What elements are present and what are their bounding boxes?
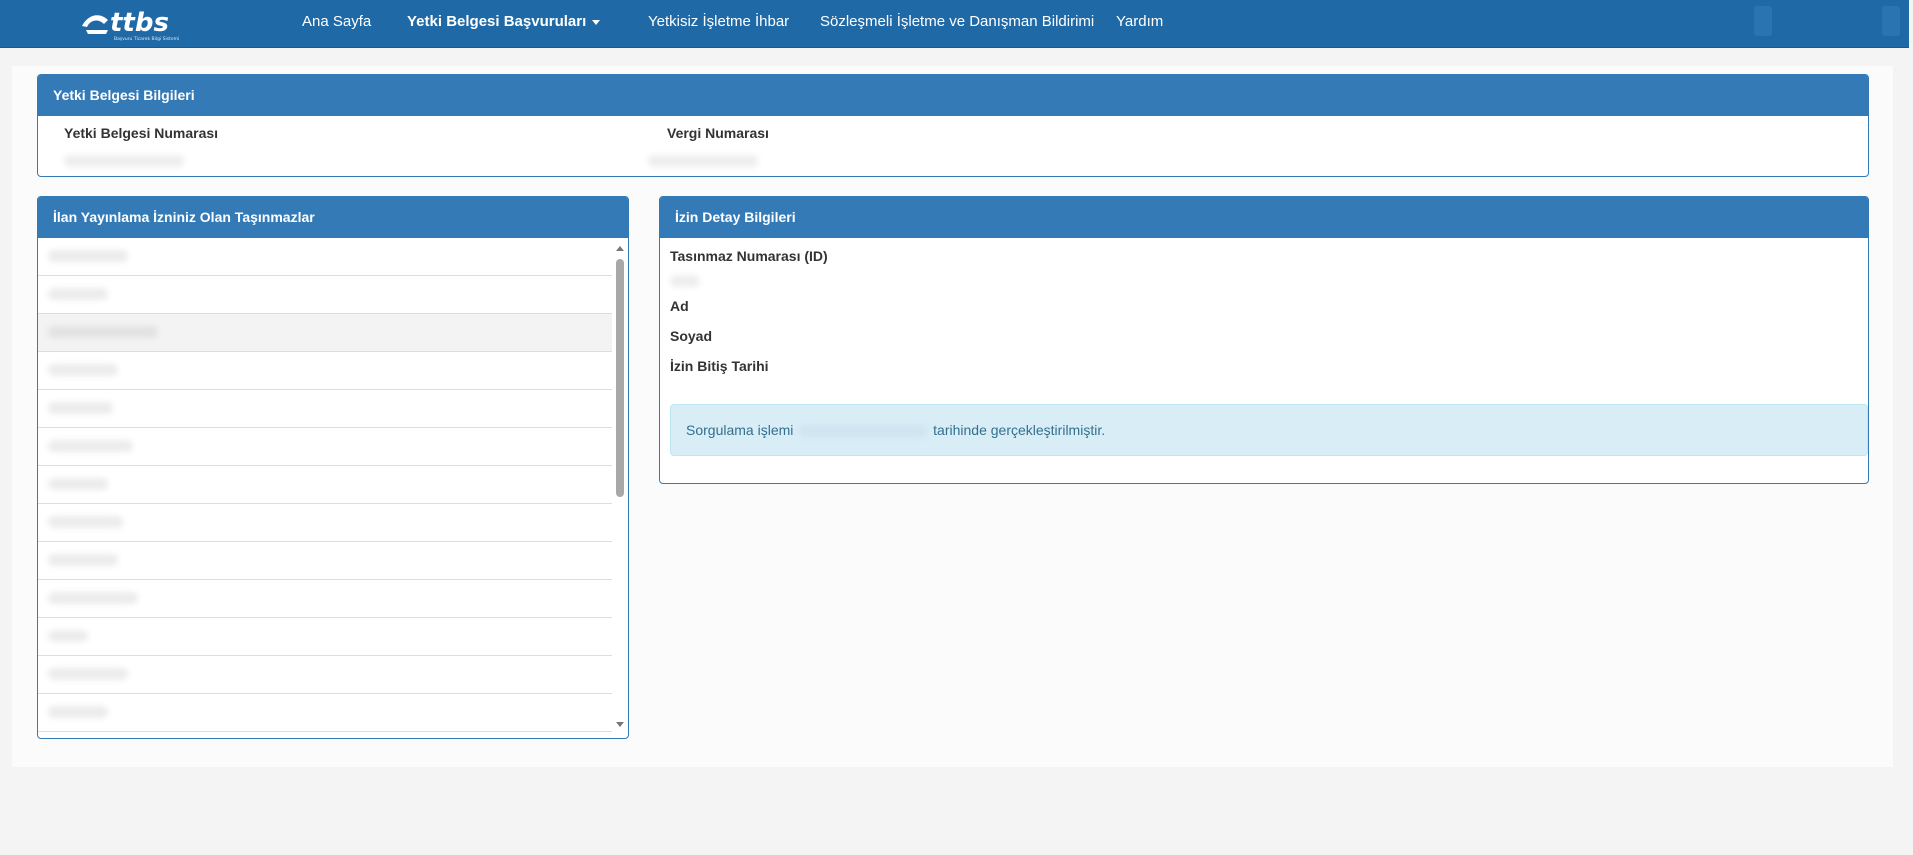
nav-contracted-business[interactable]: Sözleşmeli İşletme ve Danışman Bildirimi (820, 0, 1094, 44)
query-info-alert: Sorgulama işlemi tarihinde gerçekleştiri… (670, 404, 1868, 456)
certificate-number-value (64, 155, 184, 167)
scroll-down-arrow-icon[interactable] (616, 722, 624, 727)
alert-suffix: tarihinde gerçekleştirilmiştir. (933, 422, 1106, 438)
property-id-label: Tasınmaz Numarası (ID) (670, 248, 828, 264)
certificate-info-panel: Yetki Belgesi Bilgileri Yetki Belgesi Nu… (37, 74, 1869, 177)
nav-logout[interactable] (1882, 6, 1900, 36)
list-scrollbar[interactable] (613, 238, 627, 735)
list-item[interactable] (38, 504, 612, 542)
nav-user-menu[interactable] (1754, 6, 1772, 36)
nav-help[interactable]: Yardım (1116, 0, 1163, 44)
list-item[interactable] (38, 352, 612, 390)
nav-certificate-applications-dropdown[interactable]: Yetki Belgesi Başvuruları (407, 0, 601, 44)
list-item[interactable] (38, 428, 612, 466)
logo-wordmark: ttbs (110, 8, 169, 38)
nav-home[interactable]: Ana Sayfa (302, 0, 371, 44)
scroll-up-arrow-icon[interactable] (616, 246, 624, 251)
list-item[interactable] (38, 276, 612, 314)
ttbs-logo[interactable]: ttbs Başvuru Ticarek Bilgi Sistemi (78, 4, 204, 42)
list-item[interactable] (38, 542, 612, 580)
list-item-selected[interactable] (38, 314, 612, 352)
tax-number-value (648, 155, 758, 167)
permission-detail-panel: İzin Detay Bilgileri Tasınmaz Numarası (… (659, 196, 1869, 484)
top-navbar: ttbs Başvuru Ticarek Bilgi Sistemi Ana S… (0, 0, 1909, 48)
properties-list[interactable] (38, 238, 628, 735)
properties-panel-title: İlan Yayınlama İzniniz Olan Taşınmazlar (38, 197, 628, 238)
list-item[interactable] (38, 238, 612, 276)
alert-prefix: Sorgulama işlemi (686, 422, 794, 438)
list-item[interactable] (38, 656, 612, 694)
detail-panel-title: İzin Detay Bilgileri (660, 197, 1868, 238)
name-label: Ad (670, 298, 689, 314)
query-date-value (799, 425, 928, 438)
tax-number-label: Vergi Numarası (667, 125, 769, 141)
list-item[interactable] (38, 694, 612, 732)
nav-certificate-applications-label: Yetki Belgesi Başvuruları (407, 13, 587, 30)
list-item[interactable] (38, 466, 612, 504)
list-item[interactable] (38, 580, 612, 618)
chevron-down-icon (592, 19, 601, 25)
list-item[interactable] (38, 390, 612, 428)
logo-subtitle: Başvuru Ticarek Bilgi Sistemi (114, 36, 179, 42)
surname-label: Soyad (670, 328, 713, 344)
properties-panel: İlan Yayınlama İzniniz Olan Taşınmazlar (37, 196, 629, 739)
property-id-value (670, 275, 700, 287)
expiry-date-label: İzin Bitiş Tarihi (670, 358, 769, 374)
scroll-thumb[interactable] (616, 259, 624, 497)
certificate-panel-title: Yetki Belgesi Bilgileri (38, 75, 1868, 116)
nav-unauthorized-report[interactable]: Yetkisiz İşletme İhbar (648, 0, 789, 44)
certificate-number-label: Yetki Belgesi Numarası (64, 125, 219, 141)
list-item[interactable] (38, 618, 612, 656)
main-content: Yetki Belgesi Bilgileri Yetki Belgesi Nu… (12, 66, 1893, 767)
